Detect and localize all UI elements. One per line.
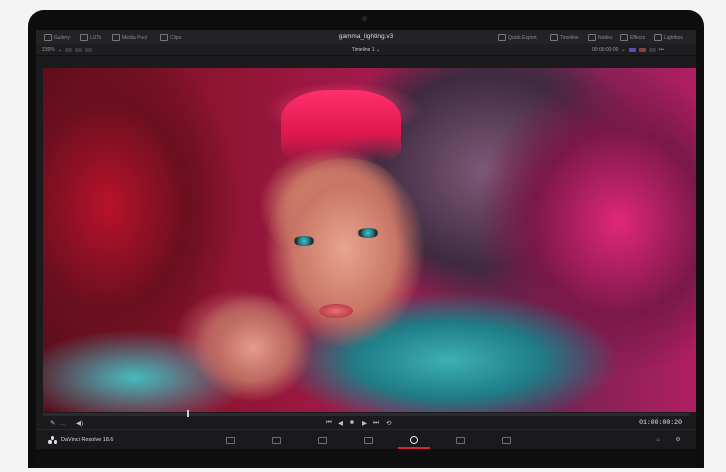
go-to-start-icon[interactable]: ⏮ [326,419,332,427]
lightbox-icon [654,34,662,41]
reverse-play-icon[interactable]: ◀ [338,419,343,427]
deliver-page-icon [501,436,511,444]
video-viewer[interactable] [43,68,696,412]
toolbar-lightbox-button[interactable]: Lightbox [654,34,683,41]
page-navigation-bar: DaVinci Resolve 18.6 ⌂ ⚙ [36,429,696,450]
page-color-tab[interactable] [398,435,430,449]
viewer-options-bar: 235% ⌄ Timeline 1 ⌄ 00:00:00:00 ⌄ ••• [36,44,696,56]
page-fusion-tab[interactable] [360,435,376,445]
chevron-down-icon: ⌄ [621,47,626,53]
stop-icon[interactable]: ■ [350,419,354,426]
nodes-icon [588,34,596,41]
app-window: Gallery LUTs Media Pool Clips gamma_ligh… [36,30,696,468]
camera-icon [362,16,367,21]
laptop-frame: Gallery LUTs Media Pool Clips gamma_ligh… [28,10,704,468]
highlight-icon[interactable] [638,48,646,52]
home-button[interactable]: ⌂ [650,435,666,445]
chevron-down-icon: ⌄ [376,47,381,53]
transport-controls: ✎ 〜 ◀) ⏮ ◀ ■ ▶ ⏭ ⟲ 01:00:00:20 [36,417,696,429]
fairlight-page-icon [455,436,465,444]
edit-page-icon [317,436,327,444]
current-timecode: 01:00:00:20 [639,419,682,426]
loop-icon[interactable]: ⟲ [386,419,391,427]
home-icon: ⌂ [656,437,660,443]
toolbar-lightbox-label: Lightbox [664,34,683,41]
page-deliver-tab[interactable] [498,435,514,445]
page-edit-tab[interactable] [314,435,330,445]
settings-button[interactable]: ⚙ [670,435,686,445]
toolbar-timeline-button[interactable]: Timeline [550,34,579,41]
subject-hand [193,294,313,402]
viewer-timecode: 00:00:00:00 [592,47,619,53]
scrubber-bar[interactable] [43,410,689,417]
toolbar-effects-button[interactable]: Effects [620,34,645,41]
toolbar-nodes-button[interactable]: Nodes [588,34,612,41]
color-swatch-icon[interactable] [628,48,636,52]
media-page-icon [225,436,235,444]
subject-hair [281,90,401,162]
timeline-icon [550,34,558,41]
more-options-icon[interactable]: ••• [659,47,664,53]
go-to-end-icon[interactable]: ⏭ [373,419,379,427]
page-fairlight-tab[interactable] [452,435,468,445]
subject-eye-left [293,236,315,246]
audio-level-icon[interactable]: 〜 [60,419,67,429]
screen-bezel-bottom [36,449,696,468]
volume-icon[interactable]: ◀) [76,419,83,427]
fusion-page-icon [363,436,373,444]
top-toolbar: Gallery LUTs Media Pool Clips gamma_ligh… [36,30,696,44]
product-logo: DaVinci Resolve 18.6 [48,436,113,444]
gear-icon: ⚙ [675,437,681,443]
toolbar-timeline-label: Timeline [560,34,579,41]
pen-icon[interactable]: ✎ [50,419,55,427]
subject-eye-right [357,228,379,238]
toolbar-quick-export-button[interactable]: Quick Export [498,34,537,41]
toolbar-quick-export-label: Quick Export [508,34,537,41]
export-icon [498,34,506,41]
playhead[interactable] [187,410,189,417]
davinci-logo-icon [48,436,57,444]
effects-icon [620,34,628,41]
toolbar-nodes-label: Nodes [598,34,613,41]
cut-page-icon [271,436,281,444]
subject-lips [319,304,353,318]
product-name: DaVinci Resolve 18.6 [61,437,114,443]
play-icon[interactable]: ▶ [362,419,367,427]
page-media-tab[interactable] [222,435,238,445]
page-cut-tab[interactable] [268,435,284,445]
toolbar-effects-label: Effects [630,34,646,41]
fullscreen-icon[interactable] [648,48,656,52]
timeline-name: Timeline 1 [351,47,375,53]
color-page-icon [410,436,418,444]
